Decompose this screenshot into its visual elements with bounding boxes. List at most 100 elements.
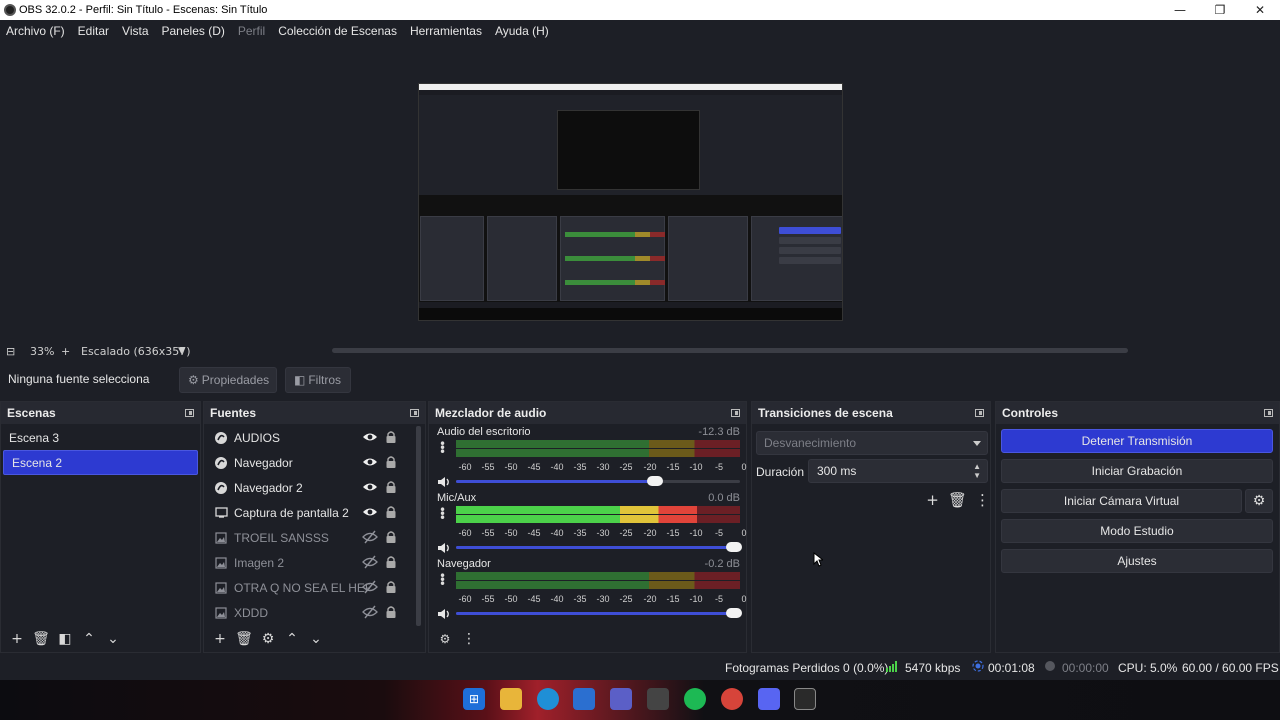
eye-off-icon[interactable] (362, 580, 378, 594)
lock-icon[interactable] (385, 605, 397, 619)
eye-icon[interactable] (362, 455, 378, 469)
volume-slider[interactable] (456, 608, 742, 618)
menu-archivo[interactable]: Archivo (F) (6, 24, 65, 38)
source-item[interactable]: XDDD (204, 600, 425, 625)
move-source-up-button[interactable]: ⌃ (280, 631, 304, 647)
scale-mode-dropdown-icon[interactable]: ▼ (178, 346, 185, 356)
remove-transition-button[interactable]: 🗑 (945, 491, 970, 509)
volume-slider[interactable] (456, 476, 740, 486)
source-item[interactable]: Captura de pantalla 2 (204, 500, 425, 525)
scene-item-selected[interactable]: Escena 2 (3, 450, 198, 475)
eye-icon[interactable] (362, 480, 378, 494)
virtual-camera-settings-button[interactable]: ⚙ (1245, 489, 1273, 513)
transition-select[interactable]: Desvanecimiento (756, 431, 988, 455)
eye-icon[interactable] (362, 430, 378, 444)
lock-icon[interactable] (385, 480, 397, 494)
undock-icon[interactable] (410, 409, 419, 417)
channel-menu-icon[interactable]: • • • (439, 570, 446, 590)
eye-icon[interactable] (362, 505, 378, 519)
settings-button[interactable]: Ajustes (1001, 549, 1273, 573)
add-source-button[interactable]: + (208, 631, 232, 647)
scene-filters-button[interactable]: ◧ (53, 631, 77, 647)
source-properties-button[interactable]: ⚙ (256, 631, 280, 647)
add-transition-button[interactable]: + (920, 491, 945, 509)
menu-perfil[interactable]: Perfil (238, 24, 265, 38)
source-item[interactable]: TROEIL SANSSS (204, 525, 425, 550)
speaker-icon[interactable] (437, 476, 451, 488)
filters-button[interactable]: ◧ Filtros (285, 367, 351, 393)
volume-slider-knob[interactable] (647, 476, 663, 486)
source-item[interactable]: Navegador (204, 450, 425, 475)
eye-off-icon[interactable] (362, 605, 378, 619)
menu-coleccion-escenas[interactable]: Colección de Escenas (278, 24, 397, 38)
windows-start-icon[interactable]: ⊞ (463, 688, 485, 710)
spotify-icon[interactable] (684, 688, 706, 710)
undock-icon[interactable] (185, 409, 194, 417)
remove-scene-button[interactable]: 🗑 (29, 631, 53, 647)
lock-icon[interactable] (385, 455, 397, 469)
start-virtual-camera-button[interactable]: Iniciar Cámara Virtual (1001, 489, 1242, 513)
menu-editar[interactable]: Editar (78, 24, 109, 38)
channel-menu-icon[interactable]: • • • (439, 438, 446, 458)
spin-arrows-icon[interactable]: ▲ ▼ (973, 462, 981, 480)
lock-icon[interactable] (385, 505, 397, 519)
lock-icon[interactable] (385, 430, 397, 444)
chrome-icon[interactable] (721, 688, 743, 710)
speaker-icon[interactable] (437, 542, 451, 554)
close-icon[interactable]: ✕ (1240, 0, 1280, 20)
speaker-icon[interactable] (437, 608, 451, 620)
start-recording-button[interactable]: Iniciar Grabación (1001, 459, 1273, 483)
preview-area[interactable] (0, 42, 1280, 342)
sources-scrollbar[interactable] (416, 426, 421, 626)
move-scene-up-button[interactable]: ⌃ (77, 631, 101, 647)
file-explorer-icon[interactable] (500, 688, 522, 710)
eye-off-icon[interactable] (362, 530, 378, 544)
move-source-down-button[interactable]: ⌄ (304, 631, 328, 647)
meter-bar (456, 449, 740, 457)
undock-icon[interactable] (1264, 409, 1273, 417)
source-item[interactable]: AUDIOS (204, 425, 425, 450)
zoom-out-button[interactable]: ⊟ (6, 345, 15, 358)
menu-vista[interactable]: Vista (122, 24, 148, 38)
source-item[interactable]: OTRA Q NO SEA EL HERMOSO (204, 575, 425, 600)
app-icon[interactable] (647, 688, 669, 710)
undock-icon[interactable] (975, 409, 984, 417)
channel-menu-icon[interactable]: • • • (439, 504, 446, 524)
source-item[interactable]: Navegador 2 (204, 475, 425, 500)
undock-icon[interactable] (731, 409, 740, 417)
menu-herramientas[interactable]: Herramientas (410, 24, 482, 38)
minimize-icon[interactable]: — (1160, 0, 1200, 20)
lock-icon[interactable] (385, 530, 397, 544)
zoom-in-button[interactable]: + (61, 345, 70, 358)
duration-spinbox[interactable]: 300 ms ▲ ▼ (808, 459, 988, 483)
store-icon[interactable] (573, 688, 595, 710)
program-preview[interactable] (418, 83, 843, 321)
advanced-audio-properties-button[interactable]: ⚙ (433, 632, 457, 646)
obs-taskbar-icon[interactable] (794, 688, 816, 710)
move-scene-down-button[interactable]: ⌄ (101, 631, 125, 647)
teams-icon[interactable] (610, 688, 632, 710)
eye-off-icon[interactable] (362, 555, 378, 569)
remove-source-button[interactable]: 🗑 (232, 631, 256, 647)
studio-mode-button[interactable]: Modo Estudio (1001, 519, 1273, 543)
properties-button[interactable]: ⚙ Propiedades (179, 367, 277, 393)
menu-ayuda[interactable]: Ayuda (H) (495, 24, 549, 38)
lock-icon[interactable] (385, 580, 397, 594)
transition-menu-button[interactable]: ⋮ (970, 491, 995, 509)
volume-slider-knob[interactable] (726, 542, 742, 552)
maximize-icon[interactable]: ❐ (1200, 0, 1240, 20)
menu-paneles[interactable]: Paneles (D) (162, 24, 225, 38)
meter-tick-label: -25 (619, 462, 633, 472)
source-item[interactable]: Imagen 2 (204, 550, 425, 575)
preview-horizontal-scrollbar[interactable] (332, 348, 1128, 353)
volume-slider-knob[interactable] (726, 608, 742, 618)
transitions-dock-header: Transiciones de escena (752, 402, 990, 424)
mixer-menu-button[interactable]: ⋮ (457, 631, 481, 647)
lock-icon[interactable] (385, 555, 397, 569)
volume-slider[interactable] (456, 542, 742, 552)
scene-item[interactable]: Escena 3 (1, 425, 200, 450)
discord-icon[interactable] (758, 688, 780, 710)
stop-streaming-button[interactable]: Detener Transmisión (1001, 429, 1273, 453)
edge-browser-icon[interactable] (537, 688, 559, 710)
add-scene-button[interactable]: + (5, 631, 29, 647)
